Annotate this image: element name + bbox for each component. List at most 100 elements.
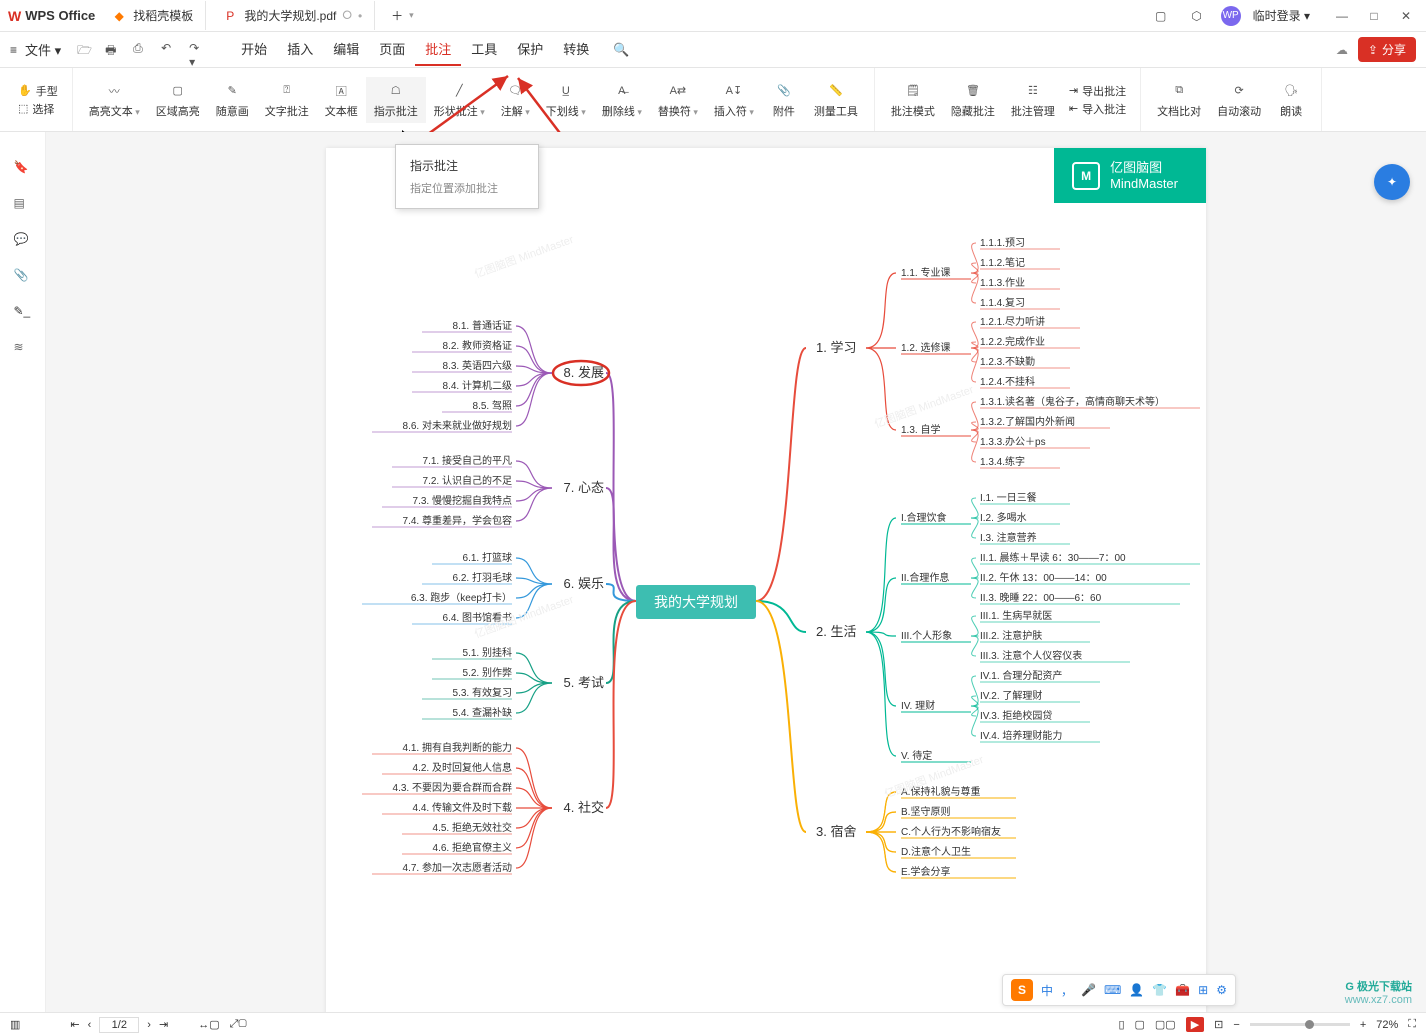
menu-插入[interactable]: 插入: [277, 33, 323, 66]
ime-person-icon[interactable]: 👤: [1129, 983, 1144, 997]
bookmark-icon[interactable]: 🔖: [14, 160, 32, 178]
freehand-tool[interactable]: ✎随意画: [208, 77, 257, 123]
svg-text:6.2. 打羽毛球: 6.2. 打羽毛球: [453, 571, 512, 584]
underline-tool[interactable]: U̲下划线: [538, 77, 594, 123]
callout-tool[interactable]: ☖指示批注: [366, 77, 426, 123]
minimize-icon[interactable]: —: [1330, 9, 1354, 23]
menu-转换[interactable]: 转换: [553, 33, 599, 66]
hamburger-icon[interactable]: ≡: [10, 43, 17, 57]
menu-开始[interactable]: 开始: [231, 33, 277, 66]
status-panel-icon[interactable]: ▥: [10, 1018, 20, 1031]
fit-width-icon[interactable]: ↔▢: [198, 1018, 219, 1031]
area-highlight-tool[interactable]: ▢区域高亮: [148, 77, 208, 123]
ime-mic-icon[interactable]: 🎤: [1081, 983, 1096, 997]
manage-annot-tool[interactable]: ☷批注管理: [1003, 77, 1063, 123]
ime-bar[interactable]: S 中 ， 🎤 ⌨ 👤 👕 🧰 ⊞ ⚙: [1002, 974, 1236, 1006]
qa-open-icon[interactable]: 🗁: [77, 41, 95, 59]
annot-mode-tool[interactable]: 🗒批注模式: [883, 77, 943, 123]
ime-comma[interactable]: ，: [1061, 982, 1073, 999]
menu-页面[interactable]: 页面: [369, 33, 415, 66]
zoom-value[interactable]: 72%: [1376, 1019, 1398, 1031]
compare-tool[interactable]: ⧉文档比对: [1149, 77, 1209, 123]
select-tool[interactable]: ⬚选择: [18, 101, 58, 117]
tab-menu-icon[interactable]: •: [358, 9, 362, 23]
menu-工具[interactable]: 工具: [461, 33, 507, 66]
read-tool[interactable]: 🗣朗读: [1269, 77, 1313, 123]
ime-keyboard-icon[interactable]: ⌨: [1104, 983, 1121, 997]
close-icon[interactable]: ✕: [1394, 9, 1418, 23]
text-box-tool[interactable]: 🄰文本框: [317, 77, 366, 123]
window-icon[interactable]: ▢: [1149, 4, 1173, 28]
login-label[interactable]: 临时登录 ▾: [1253, 7, 1310, 24]
shape-annot-tool[interactable]: ╱形状批注: [426, 77, 493, 123]
strike-icon: A̶: [612, 81, 632, 101]
comment-panel-icon[interactable]: 💬: [14, 232, 32, 250]
qa-print-icon[interactable]: ⎙: [133, 41, 151, 59]
zoom-out-icon[interactable]: −: [1233, 1019, 1239, 1031]
ime-toolbox-icon[interactable]: 🧰: [1175, 983, 1190, 997]
share-button[interactable]: ⇪ 分享: [1358, 37, 1416, 62]
view-fit-icon[interactable]: ⊡: [1214, 1018, 1223, 1031]
file-menu[interactable]: 文件 ▾: [25, 40, 61, 59]
qa-save-icon[interactable]: 🖶: [105, 41, 123, 59]
strike-tool[interactable]: A̶删除线: [594, 77, 650, 123]
app-name: WPS Office: [25, 8, 95, 23]
edit-panel-icon[interactable]: ✎_: [14, 304, 32, 322]
canvas[interactable]: M 亿图脑图 MindMaster 我的大学规划1. 学习1.1. 专业课1.1…: [46, 132, 1426, 1012]
page-last-icon[interactable]: ⇥: [159, 1018, 168, 1031]
ime-cn[interactable]: 中: [1041, 982, 1053, 999]
search-button[interactable]: 🔍: [603, 36, 639, 64]
menu-保护[interactable]: 保护: [507, 33, 553, 66]
attachment-panel-icon[interactable]: 📎: [14, 268, 32, 286]
avatar[interactable]: WP: [1221, 6, 1241, 26]
zoom-in-icon[interactable]: +: [1360, 1019, 1366, 1031]
wps-w-icon: W: [8, 8, 21, 24]
measure-tool[interactable]: 📏测量工具: [806, 77, 866, 123]
thumbnail-icon[interactable]: ▤: [14, 196, 32, 214]
hand-tool[interactable]: ✋手型: [18, 83, 58, 99]
page-input[interactable]: 1/2: [99, 1017, 139, 1033]
menu-批注[interactable]: 批注: [415, 33, 461, 66]
svg-text:1.3.2.了解国内外新闻: 1.3.2.了解国内外新闻: [980, 415, 1075, 428]
hand-icon: ✋: [18, 84, 32, 97]
page-next-icon[interactable]: ›: [147, 1019, 151, 1031]
cloud-icon[interactable]: ☁: [1336, 43, 1348, 57]
view-single-icon[interactable]: ▢: [1135, 1018, 1145, 1031]
highlight-tool[interactable]: 〰高亮文本: [81, 77, 148, 123]
layers-icon[interactable]: ≋: [14, 340, 32, 358]
menu-编辑[interactable]: 编辑: [323, 33, 369, 66]
view-two-icon[interactable]: ▢▢: [1155, 1018, 1176, 1031]
hide-annot-icon: 🗑: [963, 81, 983, 101]
import-annot-tool[interactable]: ⇤导入批注: [1069, 101, 1126, 117]
view-continuous-icon[interactable]: ▯: [1118, 1018, 1124, 1031]
svg-text:6. 娱乐: 6. 娱乐: [564, 576, 604, 591]
zoom-slider[interactable]: [1250, 1023, 1350, 1026]
text-annot-tool[interactable]: ⍰文字批注: [257, 77, 317, 123]
assistant-fab[interactable]: ✦: [1374, 164, 1410, 200]
view-play-icon[interactable]: ▶: [1186, 1017, 1204, 1032]
maximize-icon[interactable]: □: [1362, 9, 1386, 23]
svg-text:7.3. 慢慢挖掘自我特点: 7.3. 慢慢挖掘自我特点: [413, 494, 512, 507]
hide-annot-tool[interactable]: 🗑隐藏批注: [943, 77, 1003, 123]
popup-title[interactable]: 指示批注: [396, 153, 538, 178]
attach-tool[interactable]: 📎附件: [762, 77, 806, 123]
autoscroll-tool[interactable]: ⟳自动滚动: [1209, 77, 1269, 123]
ime-skin-icon[interactable]: 👕: [1152, 983, 1167, 997]
svg-text:7.2. 认识自己的不足: 7.2. 认识自己的不足: [423, 474, 512, 487]
qa-undo-icon[interactable]: ↶: [161, 41, 179, 59]
qa-redo-icon[interactable]: ↷ ▾: [189, 41, 207, 59]
insert-tool[interactable]: A↧插入符: [706, 77, 762, 123]
tab-document[interactable]: P 我的大学规划.pdf ⭘ •: [210, 1, 375, 30]
page-first-icon[interactable]: ⇤: [70, 1018, 79, 1031]
ime-gear-icon[interactable]: ⚙: [1216, 983, 1227, 997]
ime-grid-icon[interactable]: ⊞: [1198, 983, 1208, 997]
fit-page-icon[interactable]: ⤢▢: [230, 1018, 247, 1031]
cube-icon[interactable]: ⬡: [1185, 4, 1209, 28]
tab-new[interactable]: ＋ ▾: [379, 1, 426, 30]
fullscreen-icon[interactable]: ⛶: [1408, 1018, 1416, 1031]
page-prev-icon[interactable]: ‹: [88, 1019, 92, 1031]
replace-tool[interactable]: A⇄替换符: [650, 77, 706, 123]
comment-tool[interactable]: 🗨注解: [493, 77, 538, 123]
export-annot-tool[interactable]: ⇥导出批注: [1069, 83, 1126, 99]
tab-template[interactable]: ◆ 找稻壳模板: [99, 1, 206, 30]
